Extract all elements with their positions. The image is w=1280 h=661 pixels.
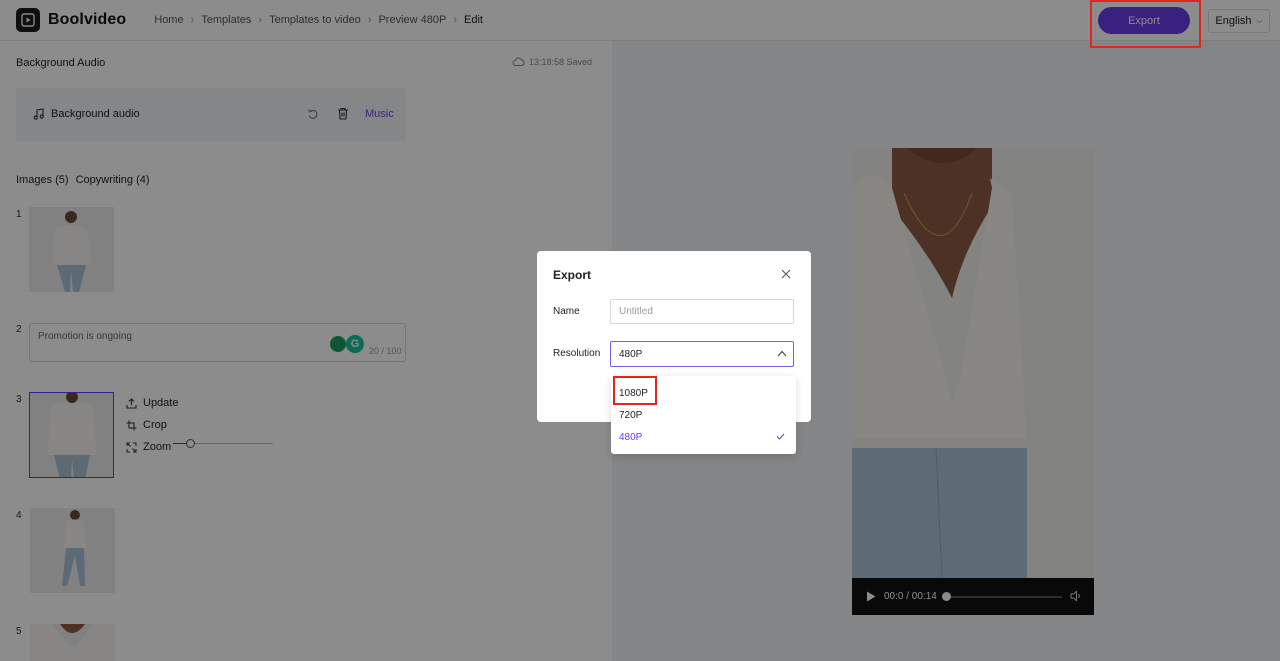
close-icon[interactable] [781, 269, 791, 279]
option-1080p-highlight [613, 376, 657, 405]
option-720p[interactable]: 720P [619, 410, 642, 421]
export-button-highlight [1090, 0, 1201, 48]
check-icon [776, 433, 785, 440]
resolution-select[interactable]: 480P [610, 341, 794, 367]
option-480p[interactable]: 480P [619, 432, 642, 443]
chevron-up-icon [777, 350, 787, 357]
name-input[interactable] [610, 299, 794, 324]
resolution-value: 480P [619, 348, 643, 360]
resolution-label: Resolution [553, 348, 601, 359]
dialog-title: Export [553, 268, 592, 282]
name-label: Name [553, 306, 580, 317]
